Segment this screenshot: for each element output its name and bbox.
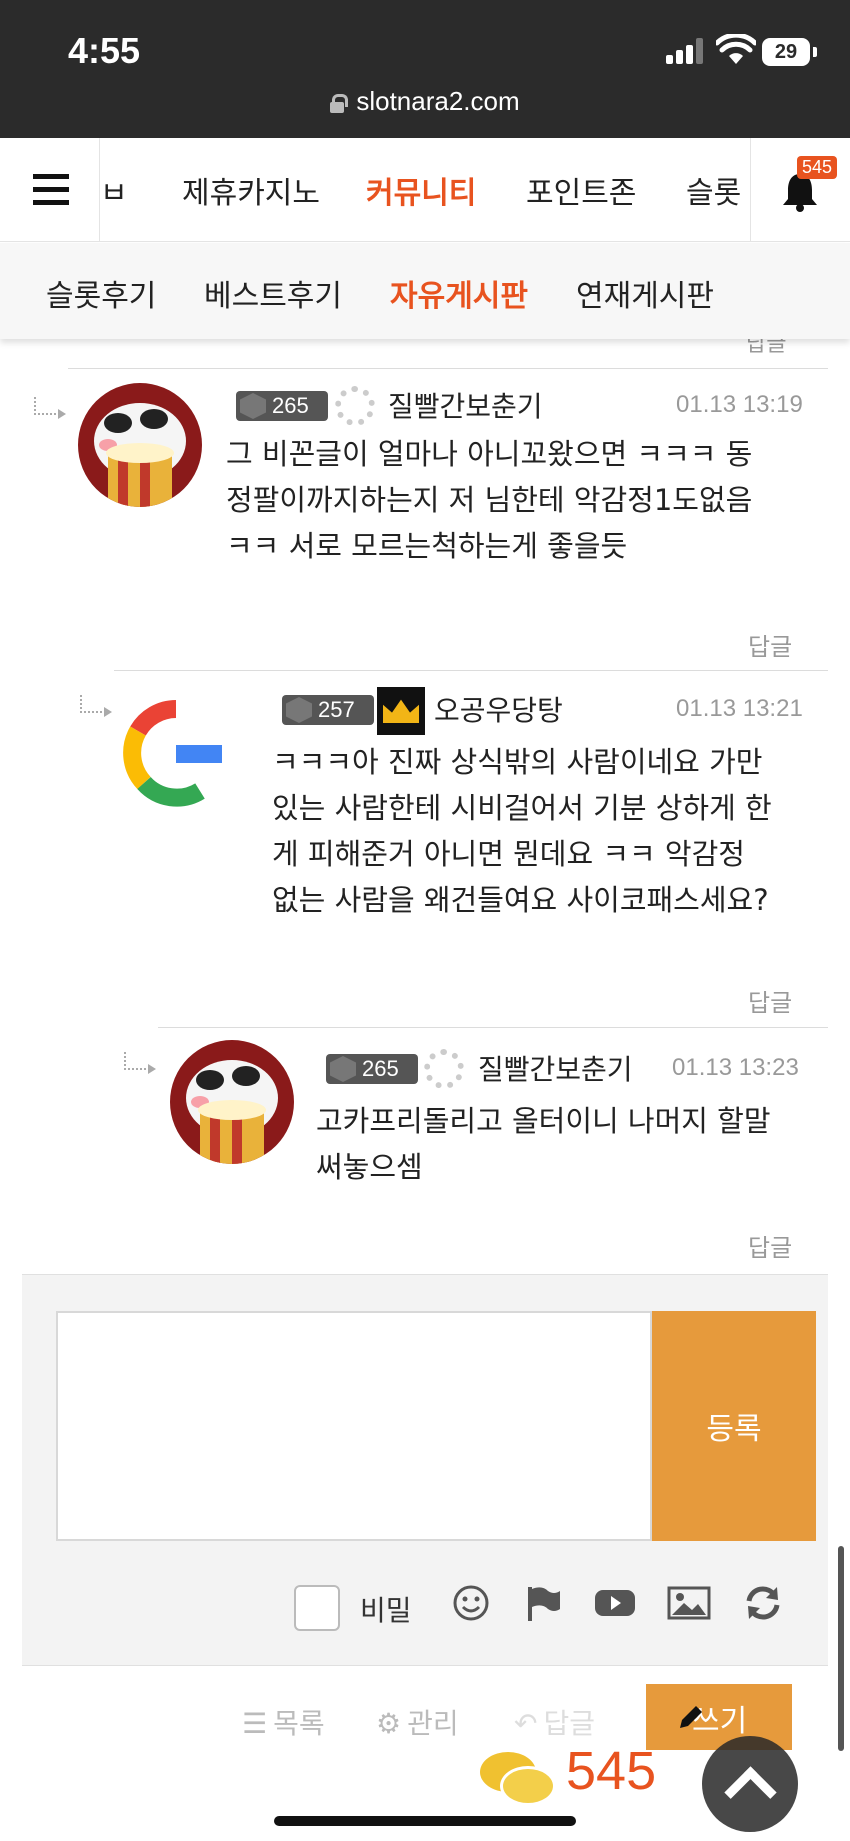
reply-button[interactable]: ↶ 답글: [514, 1702, 595, 1742]
level-badge: 257: [282, 695, 374, 725]
comment-item: 265 질빨간보춘기 01.13 13:19 그 비꼰글이 얼마나 아니꼬왔으면…: [34, 368, 828, 668]
comment-item: 265 질빨간보춘기 01.13 13:23 고카프리돌리고 올터이니 나머지 …: [124, 1027, 828, 1273]
bottom-bar: ☰ 목록 ⚙ 관리 ↶ 답글 쓰기 545: [0, 1666, 850, 1841]
scrollbar[interactable]: [838, 1546, 844, 1751]
submit-button[interactable]: 등록: [652, 1311, 816, 1541]
comment-body: 고카프리돌리고 올터이니 나머지 할말 써놓으셈: [316, 1098, 836, 1190]
nav-item-slot[interactable]: 슬롯: [686, 168, 741, 212]
comment-line: 없는 사람을 왜건들여요 사이코패스세요?: [272, 883, 769, 917]
list-label: 목록: [273, 1707, 325, 1740]
reply-link[interactable]: 답글: [748, 1228, 792, 1263]
lock-icon: [330, 94, 349, 113]
url-text: slotnara2.com: [356, 86, 520, 116]
avatar[interactable]: [114, 691, 238, 815]
level-badge: 265: [236, 391, 328, 421]
scroll-top-button[interactable]: [702, 1736, 798, 1832]
manage-label: 관리: [407, 1707, 459, 1740]
refresh-icon[interactable]: [740, 1583, 786, 1623]
home-indicator[interactable]: [274, 1816, 576, 1826]
comment-line: 고카프리돌리고 올터이니 나머지 할말: [316, 1104, 771, 1138]
reply-label: 답글: [543, 1707, 595, 1740]
top-nav: ㅂ 제휴카지노 커뮤니티 포인트존 슬롯 545: [0, 138, 850, 242]
status-time: 4:55: [68, 30, 141, 71]
list-button[interactable]: ☰ 목록: [242, 1702, 325, 1742]
comment-line: 게 피해준거 아니면 뭔데요 ㅋㅋ 악감정: [272, 837, 745, 871]
menu-button[interactable]: [0, 138, 100, 242]
comment-nickname[interactable]: 질빨간보춘기: [388, 385, 543, 425]
signal-icon: [666, 38, 706, 64]
reply-icon: ↶: [514, 1707, 538, 1740]
list-icon: ☰: [242, 1707, 268, 1740]
subnav-serial-board[interactable]: 연재게시판: [576, 271, 714, 315]
sub-nav: 슬롯후기 베스트후기 자유게시판 연재게시판: [0, 243, 850, 339]
comment-line: 있는 사람한테 시비걸어서 기분 상하게 한: [272, 791, 772, 825]
notification-button[interactable]: 545: [750, 138, 850, 242]
comment-nickname[interactable]: 질빨간보춘기: [478, 1048, 633, 1088]
comment-body: ㅋㅋㅋ아 진짜 상식밖의 사람이네요 가만 있는 사람한테 시비걸어서 기분 상…: [272, 739, 832, 923]
image-icon[interactable]: [666, 1583, 712, 1623]
loading-icon: [424, 1049, 464, 1089]
wifi-icon: [716, 34, 756, 64]
write-toolbar: 비밀: [22, 1575, 828, 1635]
comment-line: 그 비꼰글이 얼마나 아니꼬왔으면 ㅋㅋㅋ 동: [226, 437, 753, 471]
comment-nickname[interactable]: 오공우당탕: [434, 689, 563, 729]
youtube-icon[interactable]: [592, 1583, 638, 1623]
nav-item-community[interactable]: 커뮤니티: [366, 168, 476, 212]
url-bar[interactable]: slotnara2.com: [0, 86, 850, 117]
comment-write-box: 등록 비밀: [22, 1274, 828, 1666]
comment-line: ㅋㅋㅋ아 진짜 상식밖의 사람이네요 가만: [272, 745, 763, 779]
reply-link[interactable]: 답글: [748, 627, 792, 662]
pencil-icon: [680, 1706, 702, 1728]
gear-icon: ⚙: [376, 1707, 402, 1740]
nav-item-point-zone[interactable]: 포인트존: [526, 168, 636, 212]
comment-input[interactable]: [56, 1311, 652, 1541]
secret-checkbox[interactable]: [294, 1585, 340, 1631]
reply-arrow-icon: [124, 1052, 156, 1074]
subnav-free-board[interactable]: 자유게시판: [390, 271, 528, 315]
hamburger-icon: [33, 174, 69, 179]
reply-link[interactable]: 답글: [748, 983, 792, 1018]
secret-label: 비밀: [360, 1594, 412, 1627]
crown-icon: [377, 687, 425, 735]
comment-date: 01.13 13:23: [672, 1054, 799, 1081]
subnav-slot-review[interactable]: 슬롯후기: [46, 271, 156, 315]
comment-item: 257 오공우당탕 01.13 13:21 ㅋㅋㅋ아 진짜 상식밖의 사람이네요…: [80, 670, 828, 1028]
comment-body: 그 비꼰글이 얼마나 아니꼬왔으면 ㅋㅋㅋ 동 정팔이까지하는지 저 님한테 악…: [226, 431, 826, 569]
notification-badge: 545: [797, 156, 838, 179]
manage-button[interactable]: ⚙ 관리: [376, 1702, 459, 1742]
comment-line: 써놓으셈: [316, 1150, 423, 1184]
nav-item-partner-casino[interactable]: 제휴카지노: [182, 168, 320, 212]
reply-arrow-icon: [34, 397, 66, 419]
comment-date: 01.13 13:21: [676, 695, 803, 722]
status-bar: 4:55 29 slotnara2.com: [0, 0, 850, 138]
subnav-best-review[interactable]: 베스트후기: [204, 271, 342, 315]
comment-line: 정팔이까지하는지 저 님한테 악감정1도없음: [226, 483, 753, 517]
avatar[interactable]: [78, 383, 202, 507]
battery-indicator: 29: [762, 38, 817, 66]
avatar[interactable]: [170, 1040, 294, 1164]
reply-arrow-icon: [80, 695, 112, 717]
level-badge: 265: [326, 1054, 418, 1084]
loading-icon: [335, 386, 375, 426]
top-nav-items: ㅂ 제휴카지노 커뮤니티 포인트존 슬롯: [100, 138, 750, 242]
comment-line: ㅋㅋ 서로 모르는척하는게 좋을듯: [226, 529, 628, 563]
chat-count: 545: [566, 1741, 657, 1801]
flag-icon[interactable]: [520, 1583, 566, 1623]
nav-item-partial[interactable]: ㅂ: [100, 168, 128, 212]
smile-icon[interactable]: [448, 1583, 494, 1623]
comment-date: 01.13 13:19: [676, 391, 803, 418]
